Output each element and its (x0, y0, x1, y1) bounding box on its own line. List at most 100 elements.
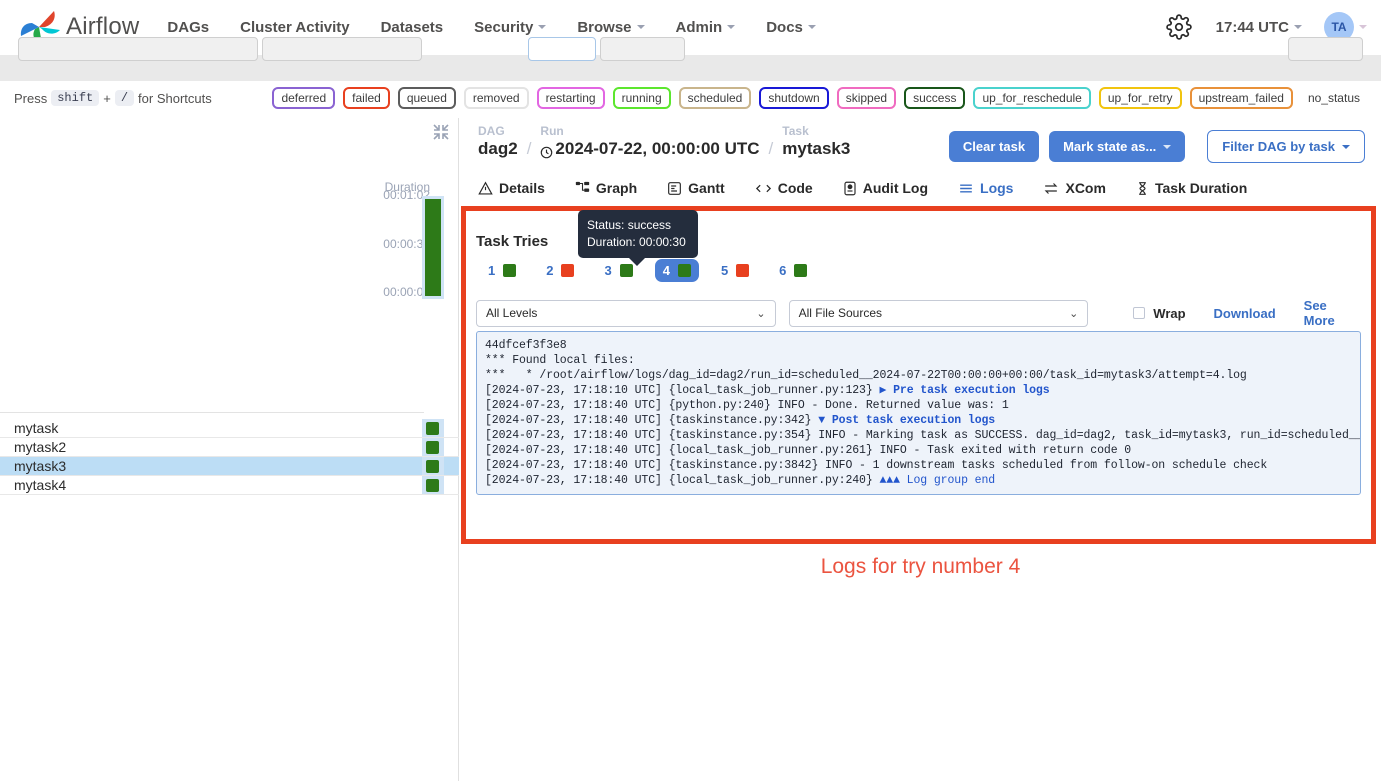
gear-icon[interactable] (1166, 14, 1192, 40)
annotation-caption: Logs for try number 4 (460, 555, 1381, 579)
task-state-square[interactable] (426, 422, 439, 435)
gantt-icon (667, 181, 682, 196)
log-level-select[interactable]: All Levels ⌄ (476, 300, 776, 327)
log-output[interactable]: 44dfcef3f3e8 *** Found local files: *** … (476, 331, 1361, 495)
code-icon (755, 181, 772, 196)
partial-filter-strip (0, 55, 1381, 81)
mark-state-button[interactable]: Mark state as... (1049, 131, 1185, 162)
log-group-toggle[interactable]: ▶ Pre task execution logs (879, 384, 1049, 397)
download-link[interactable]: Download (1214, 306, 1276, 321)
tab-details[interactable]: Details (478, 180, 545, 196)
log-group-end[interactable]: ▲▲▲ Log group end (879, 474, 995, 487)
breadcrumb-dag[interactable]: DAG dag2 (478, 124, 518, 160)
utc-clock[interactable]: 17:44 UTC (1216, 19, 1302, 36)
log-line-text: [2024-07-23, 17:18:40 UTC] {taskinstance… (485, 414, 818, 427)
status-badge-up-for-reschedule[interactable]: up_for_reschedule (973, 87, 1090, 109)
task-instance-panel: DAG dag2 / Run 2024-07-22, 00:00:00 UTC … (460, 118, 1381, 781)
task-row-mytask4[interactable]: mytask4 (0, 476, 459, 495)
breadcrumb: DAG dag2 / Run 2024-07-22, 00:00:00 UTC … (478, 124, 850, 160)
tab-graph[interactable]: Graph (575, 180, 637, 196)
log-level-value: All Levels (486, 306, 537, 320)
breadcrumb-task-kicker: Task (782, 124, 850, 138)
task-state-square[interactable] (426, 479, 439, 492)
task-try-tooltip: Status: success Duration: 00:00:30 (578, 210, 698, 258)
task-try-6[interactable]: 6 (771, 259, 815, 282)
partial-field-4[interactable] (600, 37, 685, 61)
log-group-toggle[interactable]: ▼ Post task execution logs (818, 414, 995, 427)
tab-xcom[interactable]: XCom (1043, 180, 1105, 196)
status-badge-up-for-retry[interactable]: up_for_retry (1099, 87, 1182, 109)
clear-task-button[interactable]: Clear task (949, 131, 1039, 162)
status-badge-scheduled[interactable]: scheduled (679, 87, 752, 109)
shortcuts-and-legend-bar: Press shift + / for Shortcuts deferred f… (0, 81, 1381, 115)
tab-label: Gantt (688, 180, 725, 196)
status-badge-skipped[interactable]: skipped (837, 87, 896, 109)
log-line: [2024-07-23, 17:18:40 UTC] {taskinstance… (485, 428, 1360, 443)
task-try-2[interactable]: 2 (538, 259, 582, 282)
status-badge-upstream-failed[interactable]: upstream_failed (1190, 87, 1293, 109)
task-try-state-square (736, 264, 749, 277)
partial-field-1[interactable] (18, 37, 258, 61)
breadcrumb-run[interactable]: Run 2024-07-22, 00:00:00 UTC (540, 124, 759, 160)
shortcut-key-slash: / (115, 90, 134, 106)
tab-audit-log[interactable]: Audit Log (843, 180, 928, 196)
task-state-square[interactable] (426, 460, 439, 473)
task-try-5[interactable]: 5 (713, 259, 757, 282)
status-badge-failed[interactable]: failed (343, 87, 390, 109)
status-badge-running[interactable]: running (613, 87, 671, 109)
task-try-number: 6 (779, 263, 786, 278)
log-line: *** Found local files: (485, 353, 1360, 368)
task-try-1[interactable]: 1 (480, 259, 524, 282)
status-badge-removed[interactable]: removed (464, 87, 529, 109)
task-try-4[interactable]: 4 (655, 259, 699, 282)
file-source-select[interactable]: All File Sources ⌄ (789, 300, 1089, 327)
status-badge-restarting[interactable]: restarting (537, 87, 605, 109)
breadcrumb-task[interactable]: Task mytask3 (782, 124, 850, 160)
wrap-checkbox-group[interactable]: Wrap (1133, 306, 1185, 321)
task-row-mytask3[interactable]: mytask3 (0, 457, 459, 476)
chevron-down-icon (727, 25, 735, 29)
log-line: *** * /root/airflow/logs/dag_id=dag2/run… (485, 368, 1360, 383)
shortcut-hint: Press shift + / for Shortcuts (14, 90, 212, 106)
tab-label: Graph (596, 180, 637, 196)
task-try-state-square (678, 264, 691, 277)
nav-label: Datasets (381, 19, 444, 36)
task-state-square[interactable] (426, 441, 439, 454)
wrap-checkbox[interactable] (1133, 307, 1145, 319)
task-row-mytask2[interactable]: mytask2 (0, 438, 459, 457)
status-badge-deferred[interactable]: deferred (272, 87, 335, 109)
breadcrumb-separator: / (769, 139, 774, 159)
task-tries-title: Task Tries (476, 233, 548, 250)
partial-field-2[interactable] (262, 37, 422, 61)
status-badge-queued[interactable]: queued (398, 87, 456, 109)
tab-code[interactable]: Code (755, 180, 813, 196)
nav-label: Admin (676, 19, 723, 36)
task-name: mytask4 (14, 477, 66, 493)
status-badge-no-status[interactable]: no_status (1301, 89, 1367, 107)
nav-link-docs[interactable]: Docs (766, 13, 816, 42)
log-line: [2024-07-23, 17:18:40 UTC] {taskinstance… (485, 458, 1360, 473)
grid-divider (0, 412, 424, 413)
breadcrumb-run-value-wrap: 2024-07-22, 00:00:00 UTC (540, 138, 759, 160)
log-line: [2024-07-23, 17:18:40 UTC] {python.py:24… (485, 398, 1360, 413)
run-duration-bar[interactable] (425, 199, 441, 296)
partial-field-5[interactable] (1288, 37, 1363, 61)
status-badge-success[interactable]: success (904, 87, 965, 109)
breadcrumb-separator: / (527, 139, 532, 159)
tab-logs[interactable]: Logs (958, 180, 1013, 196)
tab-label: XCom (1065, 180, 1105, 196)
tab-label: Details (499, 180, 545, 196)
nav-link-admin[interactable]: Admin (676, 13, 736, 42)
chevron-down-icon: ⌄ (1069, 307, 1078, 320)
tab-gantt[interactable]: Gantt (667, 180, 725, 196)
chevron-down-icon: ⌄ (756, 307, 765, 320)
filter-dag-by-task-button[interactable]: Filter DAG by task (1207, 130, 1365, 163)
nav-label: Browse (577, 19, 631, 36)
breadcrumb-run-value: 2024-07-22, 00:00:00 UTC (555, 138, 759, 160)
partial-field-3[interactable] (528, 37, 596, 61)
task-row-mytask[interactable]: mytask (0, 419, 459, 438)
collapse-icon[interactable] (432, 123, 450, 141)
tab-task-duration[interactable]: Task Duration (1136, 180, 1247, 196)
status-badge-shutdown[interactable]: shutdown (759, 87, 828, 109)
see-more-link[interactable]: See More (1304, 298, 1361, 328)
